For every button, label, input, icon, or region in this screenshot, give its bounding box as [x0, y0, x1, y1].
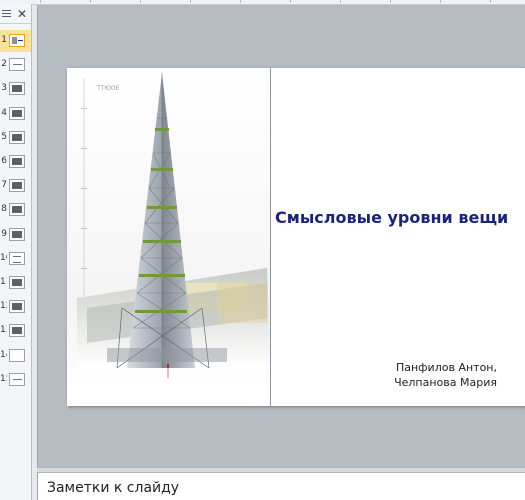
- ruler-tick: [190, 0, 191, 3]
- slide-number: 11: [0, 277, 7, 287]
- slide-thumbnail-item[interactable]: 8: [0, 199, 31, 221]
- slide-thumbnail-item[interactable]: 1: [0, 30, 31, 52]
- slide-thumbnail[interactable]: [9, 372, 25, 386]
- tower-image[interactable]: ТТЮОЕ: [67, 68, 271, 406]
- slide-canvas[interactable]: ТТЮОЕ Смысловые уровни вещи Панфилов Ант…: [67, 68, 525, 406]
- ruler-tick: [390, 0, 391, 3]
- slide-thumbnail-item[interactable]: 11: [0, 272, 31, 294]
- thumbnail-content: [13, 64, 22, 66]
- slide-authors[interactable]: Панфилов Антон, Челпанова Мария: [277, 360, 497, 390]
- slide-thumbnail[interactable]: [9, 106, 25, 120]
- ruler-tick: [340, 0, 341, 3]
- thumbnail-content: [13, 255, 21, 263]
- slide-thumbnail-item[interactable]: 7: [0, 175, 31, 197]
- slide-number: 10: [0, 252, 7, 263]
- slide-thumbnail[interactable]: [9, 227, 25, 241]
- thumbnail-content: [12, 109, 22, 117]
- thumbnail-content: [12, 303, 22, 311]
- thumbnail-content: [12, 327, 22, 335]
- thumbnail-content: [13, 353, 14, 354]
- slide-thumbnail[interactable]: [9, 82, 25, 96]
- slide-thumbnail[interactable]: [9, 300, 25, 314]
- slide-number: 1: [1, 35, 7, 45]
- slide-thumbnail[interactable]: [9, 130, 25, 144]
- thumbnail-content: [12, 230, 22, 238]
- slide-thumbnail[interactable]: [9, 34, 25, 47]
- slide-thumbnail-item[interactable]: 12: [0, 296, 31, 318]
- slide-number: 12: [0, 301, 7, 312]
- close-icon[interactable]: ✕: [17, 7, 27, 21]
- slide-thumbnail-item[interactable]: 14: [0, 345, 31, 367]
- thumbnail-content: [12, 158, 22, 165]
- slide-thumbnail-item[interactable]: 6: [0, 151, 31, 173]
- slide-thumbnail-item[interactable]: 3: [0, 78, 31, 100]
- tower-illustration: ТТЮОЕ: [67, 68, 270, 406]
- slides-pane: ✕ 123456789101112131415: [0, 4, 32, 500]
- slide-thumbnail[interactable]: [9, 251, 25, 265]
- slide-thumbnail-item[interactable]: 13: [0, 320, 31, 342]
- slide-thumbnail-item[interactable]: 4: [0, 103, 31, 125]
- slide-thumbnail[interactable]: [9, 58, 25, 72]
- thumbnail-content: [12, 279, 22, 286]
- slide-thumbnail-item[interactable]: 5: [0, 127, 31, 149]
- slide-number: 9: [1, 228, 7, 239]
- slide-thumbnail[interactable]: [9, 179, 25, 193]
- slide-number: 2: [1, 59, 7, 70]
- slide-thumbnail-item[interactable]: 10: [0, 248, 31, 270]
- slide-number: 5: [1, 131, 7, 142]
- slide-thumbnail[interactable]: [9, 324, 25, 338]
- slides-pane-header: ✕: [0, 7, 31, 24]
- ruler-tick: [240, 0, 241, 3]
- outline-view-icon[interactable]: [2, 10, 11, 19]
- ruler-tick: [90, 0, 91, 3]
- ruler-tick: [290, 0, 291, 3]
- thumbnail-content: [12, 206, 22, 214]
- slide-title[interactable]: Смысловые уровни вещи: [275, 208, 508, 227]
- slide-thumbnail-item[interactable]: 2: [0, 54, 31, 76]
- thumbnail-content: [13, 378, 22, 380]
- thumbnail-content: [12, 85, 22, 93]
- slide-number: 6: [1, 156, 7, 166]
- image-caption: ТТЮОЕ: [96, 85, 120, 92]
- thumbnail-text-line: [18, 40, 23, 41]
- slide-thumbnail[interactable]: [9, 203, 25, 217]
- slide-number: 3: [1, 83, 7, 94]
- notes-placeholder: Заметки к слайду: [47, 480, 180, 496]
- slide-number: 7: [1, 180, 7, 191]
- ruler-tick: [140, 0, 141, 3]
- slide-number: 8: [1, 204, 7, 215]
- slide-number: 14: [0, 349, 7, 360]
- author-line-1: Панфилов Антон,: [395, 361, 497, 374]
- thumbnail-content: [12, 37, 17, 44]
- slide-thumbnail-item[interactable]: 9: [0, 224, 31, 246]
- ruler-tick: [40, 0, 41, 3]
- slide-number: 15: [0, 373, 7, 384]
- author-line-2: Челпанова Мария: [394, 376, 497, 389]
- ruler-tick: [440, 0, 441, 3]
- notes-pane[interactable]: Заметки к слайду: [37, 473, 525, 500]
- thumbnail-content: [12, 133, 22, 141]
- slide-thumbnail[interactable]: [9, 276, 25, 289]
- thumbnail-content: [12, 182, 22, 190]
- slide-thumbnail-item[interactable]: 15: [0, 369, 31, 391]
- slide-thumbnail[interactable]: [9, 155, 25, 168]
- slide-number: 4: [1, 107, 7, 118]
- ruler-tick: [490, 0, 491, 3]
- slide-number: 13: [0, 325, 7, 336]
- slide-thumbnail[interactable]: [9, 348, 25, 362]
